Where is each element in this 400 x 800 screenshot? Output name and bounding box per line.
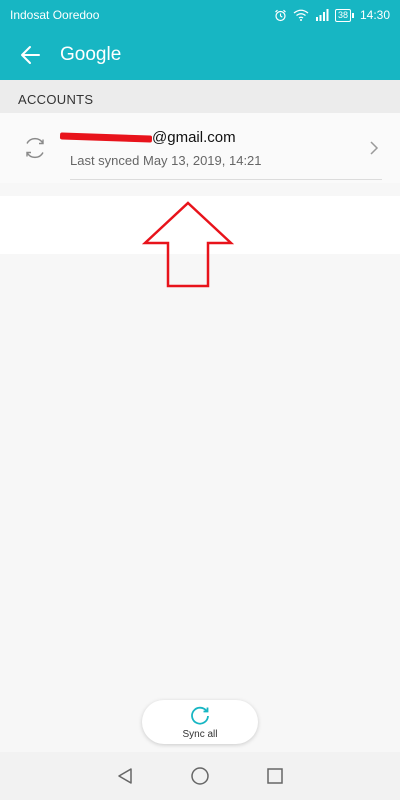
sync-all-label: Sync all	[182, 728, 218, 740]
account-list-item[interactable]: @gmail.com Last synced May 13, 2019, 14:…	[0, 113, 400, 183]
sync-all-button[interactable]: Sync all	[142, 700, 258, 744]
annotation-up-arrow-icon	[142, 201, 234, 288]
signal-icon	[315, 9, 329, 21]
battery-icon: 38	[334, 8, 354, 22]
wifi-icon	[293, 9, 309, 21]
carrier-name: Indosat Ooredoo	[10, 8, 100, 22]
chevron-right-icon	[370, 141, 379, 155]
nav-home-button[interactable]	[180, 756, 220, 796]
account-sync-status: Last synced May 13, 2019, 14:21	[70, 153, 262, 168]
arrow-left-icon	[21, 46, 40, 64]
back-button[interactable]	[0, 30, 60, 80]
circle-home-icon	[191, 767, 209, 785]
nav-recents-button[interactable]	[255, 756, 295, 796]
navigation-bar	[0, 752, 400, 800]
triangle-back-icon	[118, 768, 132, 784]
status-icons: 38 14:30	[274, 8, 390, 22]
nav-back-button[interactable]	[105, 756, 145, 796]
row-divider	[70, 179, 382, 180]
clock: 14:30	[359, 8, 390, 22]
app-bar: Google	[0, 30, 400, 80]
battery-level: 38	[334, 8, 351, 22]
sync-icon	[26, 137, 44, 159]
status-bar: Indosat Ooredoo 38 14:30	[0, 0, 400, 30]
section-header-accounts: ACCOUNTS	[0, 80, 400, 113]
page-title: Google	[60, 44, 122, 65]
alarm-icon	[275, 9, 286, 21]
sync-all-icon	[191, 706, 209, 725]
account-email-domain: @gmail.com	[152, 129, 236, 146]
square-recents-icon	[267, 768, 283, 784]
